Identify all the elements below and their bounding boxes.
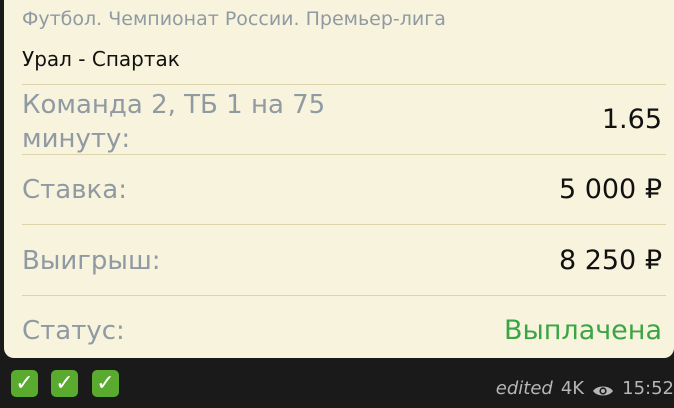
views-count: 4K	[560, 378, 585, 399]
check-mark-icon[interactable]: ✓	[92, 370, 119, 397]
league-title: Футбол. Чемпионат России. Премьер-лига	[22, 8, 446, 30]
check-mark-icon[interactable]: ✓	[51, 370, 78, 397]
stake-label: Ставка:	[22, 175, 127, 205]
stake-value: 5 000 ₽	[558, 174, 662, 205]
divider	[22, 84, 666, 85]
match-title: Урал - Спартак	[22, 47, 180, 71]
edited-label: edited	[495, 378, 553, 399]
check-mark-icon[interactable]: ✓	[11, 370, 38, 397]
divider	[22, 224, 666, 225]
message-meta: edited 4K 15:52	[496, 378, 674, 399]
bet-card: Футбол. Чемпионат России. Премьер-лига У…	[4, 0, 674, 358]
message-footer: ✓ ✓ ✓ edited 4K 15:52	[0, 358, 674, 408]
odds-value: 1.65	[601, 104, 662, 135]
status-value: Выплачена	[503, 315, 662, 346]
divider	[22, 295, 666, 296]
bet-type-label: Команда 2, ТБ 1 на 75 минуту:	[22, 90, 326, 154]
winnings-value: 8 250 ₽	[558, 245, 662, 276]
eye-icon	[592, 382, 614, 396]
message-time: 15:52	[622, 378, 674, 399]
divider	[22, 154, 666, 155]
status-label: Статус:	[22, 316, 125, 346]
winnings-label: Выигрыш:	[22, 246, 161, 276]
